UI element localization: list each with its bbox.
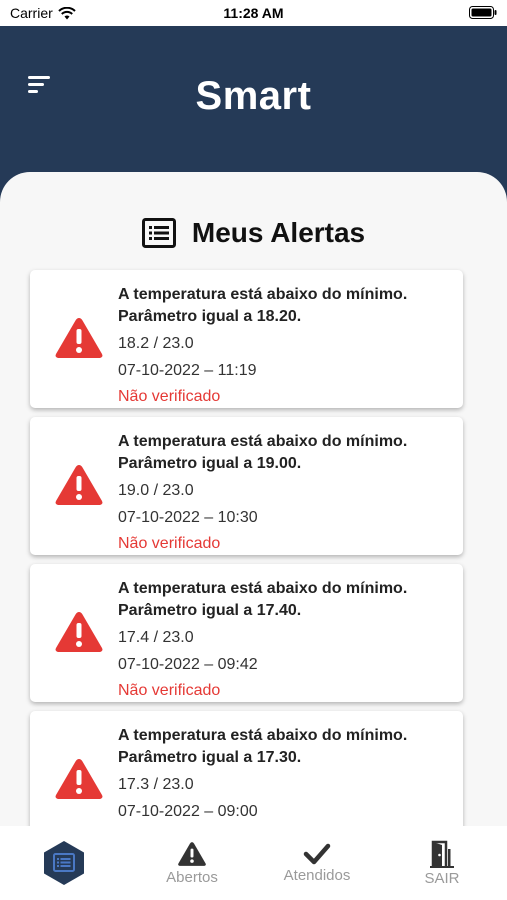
section-title: Meus Alertas xyxy=(191,217,366,248)
tab-atendidos[interactable]: Atendidos xyxy=(274,826,360,900)
tab-sair[interactable]: SAIR xyxy=(408,826,476,900)
alert-card[interactable]: A temperatura está abaixo do mínimo. Par… xyxy=(30,564,463,702)
app-title: Smart xyxy=(195,74,312,118)
tab-abertos-label: Abertos xyxy=(166,868,218,886)
tab-atendidos-label: Atendidos xyxy=(283,866,351,884)
alert-values: 17.3 / 23.0 xyxy=(118,776,194,793)
alert-card[interactable]: A temperatura está abaixo do mínimo. Par… xyxy=(30,417,463,555)
battery-icon xyxy=(469,6,497,22)
list-hexagon-icon xyxy=(44,841,84,885)
checkmark-icon xyxy=(303,843,331,864)
bottom-tab-bar: Abertos Atendidos SAIR xyxy=(0,826,507,900)
alert-values: 19.0 / 23.0 xyxy=(118,482,194,499)
tab-abertos[interactable]: Abertos xyxy=(150,826,234,900)
warning-icon xyxy=(55,612,103,652)
section-header: Meus Alertas xyxy=(0,217,507,249)
alert-values: 17.4 / 23.0 xyxy=(118,629,194,646)
warning-icon xyxy=(55,318,103,358)
status-bar: Carrier 11:28 AM xyxy=(0,0,507,26)
alert-datetime: 07-10-2022 – 10:30 xyxy=(118,509,258,526)
alert-datetime: 07-10-2022 – 09:42 xyxy=(118,656,258,673)
alert-title: A temperatura está abaixo do mínimo. Par… xyxy=(118,433,408,472)
alert-status: Não verificado xyxy=(118,535,221,552)
warning-icon xyxy=(178,841,206,866)
alert-datetime: 07-10-2022 – 11:19 xyxy=(118,362,257,379)
alert-datetime: 07-10-2022 – 09:00 xyxy=(118,803,258,820)
alert-values: 18.2 / 23.0 xyxy=(118,335,194,352)
warning-icon xyxy=(55,759,103,799)
alert-status: Não verificado xyxy=(118,388,221,405)
alert-status: Não verificado xyxy=(118,682,221,699)
alert-title: A temperatura está abaixo do mínimo. Par… xyxy=(118,727,408,766)
tab-sair-label: SAIR xyxy=(424,869,460,887)
tab-my-alerts[interactable] xyxy=(38,826,90,900)
alert-card[interactable]: A temperatura está abaixo do mínimo. Par… xyxy=(30,711,463,832)
warning-icon xyxy=(55,465,103,505)
alert-list: A temperatura está abaixo do mínimo. Par… xyxy=(30,270,463,832)
clock: 11:28 AM xyxy=(223,5,284,21)
main-content: Meus Alertas A temperatura está abaixo d… xyxy=(0,172,507,832)
exit-door-icon xyxy=(430,840,454,868)
alert-title: A temperatura está abaixo do mínimo. Par… xyxy=(118,286,408,325)
list-icon xyxy=(141,218,176,248)
alert-card[interactable]: A temperatura está abaixo do mínimo. Par… xyxy=(30,270,463,408)
alert-title: A temperatura está abaixo do mínimo. Par… xyxy=(118,580,408,619)
